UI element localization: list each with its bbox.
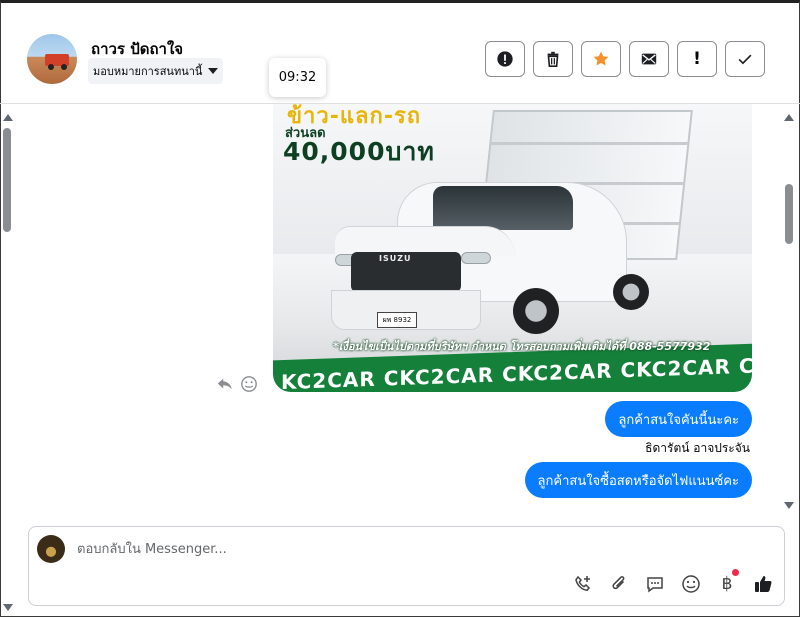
- outgoing-message[interactable]: ลูกค้าสนใจซื้อสดหรือจัดไฟแนนซ์คะ: [524, 462, 752, 498]
- reply-icon[interactable]: [216, 375, 234, 393]
- composer-tools: ฿: [572, 569, 774, 595]
- caret-down-icon: [208, 68, 219, 74]
- contact-avatar[interactable]: [27, 34, 77, 84]
- license-plate: ผพ 8932: [377, 312, 417, 328]
- conversation-actions: !: [485, 41, 765, 77]
- emoji-button[interactable]: [680, 573, 702, 595]
- scroll-down-arrow[interactable]: [3, 604, 13, 611]
- exclamation-icon: !: [693, 49, 701, 69]
- attach-button[interactable]: [608, 573, 630, 595]
- truck-wheel: [613, 274, 649, 310]
- delete-button[interactable]: [533, 41, 573, 77]
- mark-done-button[interactable]: [725, 41, 765, 77]
- notification-dot: [732, 569, 739, 576]
- reply-input[interactable]: [77, 539, 677, 559]
- assign-conversation-dropdown[interactable]: มอบหมายการสนทนานี้: [88, 58, 224, 84]
- timestamp-tooltip: 09:32: [269, 58, 326, 97]
- message-sender-name: ธิดารัตน์ อาจประจัน: [645, 441, 750, 455]
- star-icon: [593, 51, 609, 66]
- call-button[interactable]: [572, 573, 594, 595]
- chat-bubble-icon: [647, 577, 663, 593]
- payment-button[interactable]: ฿: [716, 569, 739, 595]
- outgoing-message[interactable]: ลูกค้าสนใจคันนี้นะคะ: [605, 401, 752, 437]
- promo-image-attachment[interactable]: ISUZU ผพ 8932 ข้าว-แลก-รถ ส่วนลด 40,000บ…: [273, 104, 752, 392]
- thread-scrollbar-thumb[interactable]: [785, 184, 793, 244]
- envelope-icon: [641, 53, 657, 65]
- paperclip-icon: [612, 576, 625, 590]
- truck-wheel: [513, 288, 559, 334]
- truck-windshield: [433, 186, 573, 230]
- message-composer: ฿: [28, 526, 785, 606]
- thread-scroll-down-arrow[interactable]: [784, 502, 794, 509]
- follow-up-button[interactable]: !: [677, 41, 717, 77]
- phone-add-icon: [575, 575, 591, 591]
- trash-icon: [547, 51, 559, 68]
- exclamation-circle-icon: [497, 51, 513, 67]
- thread-scroll-up-arrow[interactable]: [784, 114, 794, 121]
- mark-unread-button[interactable]: [629, 41, 669, 77]
- check-icon: [738, 54, 752, 65]
- emoji-react-icon[interactable]: [240, 375, 258, 393]
- promo-disclaimer: *เงื่อนไขเป็นไปตามที่บริษัทฯ กำหนด โทรสอ…: [333, 340, 711, 353]
- truck-grille: ISUZU: [351, 252, 461, 292]
- mark-spam-button[interactable]: [485, 41, 525, 77]
- scrollbar-thumb[interactable]: [3, 128, 11, 232]
- conversation-header: ถาวร ปัดถาใจ มอบหมายการสนทนานี้ !: [0, 3, 800, 104]
- message-tools: [216, 375, 258, 393]
- promo-discount-amount: 40,000บาท: [283, 137, 435, 166]
- truck-brand: ISUZU: [379, 254, 412, 263]
- scroll-up-arrow[interactable]: [3, 114, 13, 121]
- like-button[interactable]: [752, 573, 774, 595]
- assign-label: มอบหมายการสนทนานี้: [93, 65, 203, 78]
- thumbs-up-icon: [755, 576, 772, 592]
- message-thread[interactable]: ISUZU ผพ 8932 ข้าว-แลก-รถ ส่วนลด 40,000บ…: [0, 104, 800, 516]
- page-avatar: [37, 535, 65, 563]
- baht-icon: ฿: [721, 574, 733, 594]
- smiley-icon: [682, 575, 700, 593]
- star-button[interactable]: [581, 41, 621, 77]
- saved-replies-button[interactable]: [644, 573, 666, 595]
